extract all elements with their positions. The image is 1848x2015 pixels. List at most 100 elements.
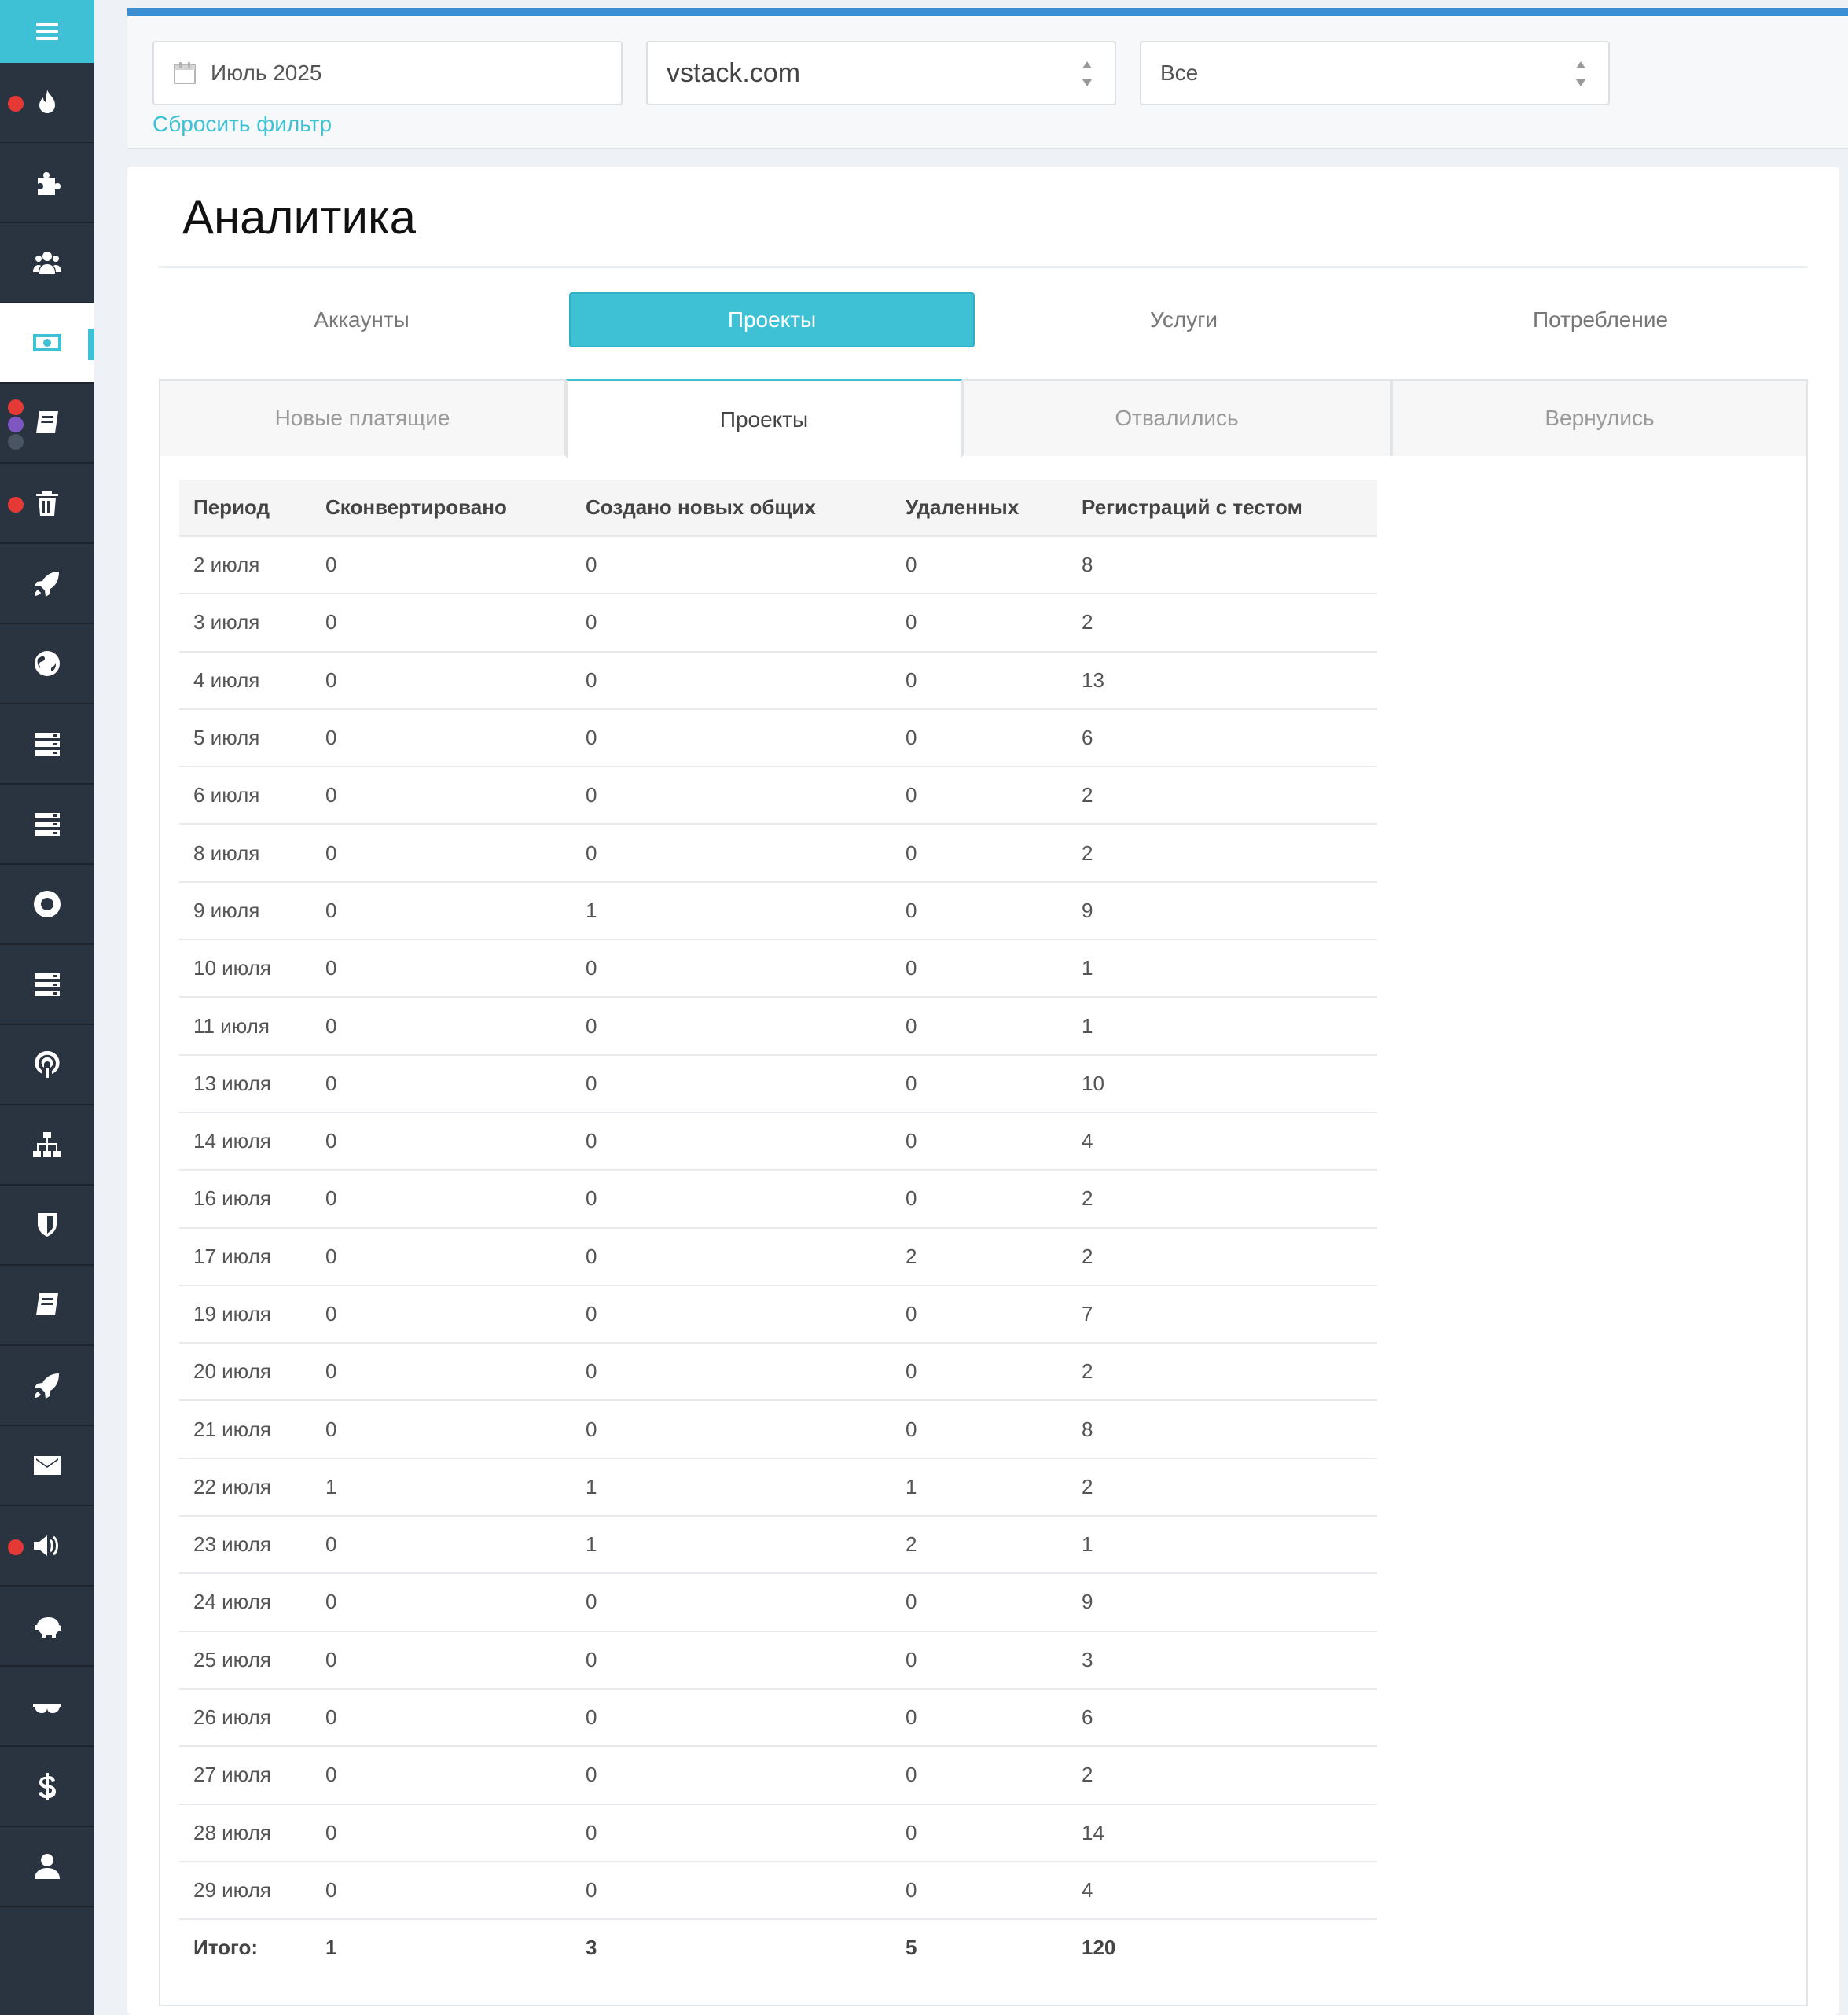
table-row: 6 июля 0 0 0 2 — [179, 766, 1377, 825]
sidebar-item-puzzle[interactable] — [0, 143, 94, 223]
cell-deleted: 0 — [891, 939, 1067, 998]
cell-created: 0 — [571, 939, 891, 998]
cell-converted: 0 — [311, 708, 571, 767]
notification-dot — [8, 497, 24, 513]
server-icon — [31, 808, 63, 840]
month-picker[interactable]: Июль 2025 — [152, 41, 623, 105]
sidebar-item-book[interactable] — [0, 384, 94, 464]
cell-registrations: 4 — [1067, 1860, 1377, 1920]
table-total-row: Итого: 1 3 5 120 — [179, 1918, 1377, 1976]
sidebar-item-money[interactable] — [0, 303, 94, 384]
cell-deleted: 0 — [891, 1803, 1067, 1862]
cell-converted: 0 — [311, 593, 571, 652]
sidebar-item-user[interactable] — [0, 1827, 94, 1907]
cell-period: 23 июля — [179, 1515, 311, 1574]
sidebar-item-podcast[interactable] — [0, 1025, 94, 1105]
cell-deleted: 0 — [891, 1284, 1067, 1344]
sidebar-item-server[interactable] — [0, 785, 94, 865]
cell-deleted: 2 — [891, 1226, 1067, 1285]
sidebar — [0, 0, 94, 2015]
subtab-churned[interactable]: Отвалились — [962, 379, 1391, 456]
subtab-projects[interactable]: Проекты — [566, 379, 962, 458]
cell-created: 0 — [571, 650, 891, 709]
table-row: 25 июля 0 0 0 3 — [179, 1630, 1377, 1689]
cell-period: 16 июля — [179, 1169, 311, 1228]
cell-registrations: 13 — [1067, 650, 1377, 709]
sidebar-item-piggy-bank[interactable] — [0, 1587, 94, 1667]
table-row: 29 июля 0 0 0 4 — [179, 1860, 1377, 1920]
sidebar-item-server[interactable] — [0, 945, 94, 1025]
fire-icon — [31, 86, 63, 118]
cell-registrations: 9 — [1067, 1572, 1377, 1631]
tab-consumption[interactable]: Потребление — [1398, 292, 1803, 347]
cell-period: 25 июля — [179, 1630, 311, 1689]
column-header-deleted: Удаленных — [891, 480, 1067, 536]
sidebar-item-users[interactable] — [0, 223, 94, 303]
sidebar-item-dollar[interactable] — [0, 1747, 94, 1827]
tab-services[interactable]: Услуги — [981, 292, 1387, 347]
piggy-bank-icon — [31, 1610, 63, 1642]
sidebar-item-lifebuoy[interactable] — [0, 865, 94, 945]
sidebar-item-book[interactable] — [0, 1266, 94, 1346]
sidebar-item-shield[interactable] — [0, 1186, 94, 1266]
tab-projects[interactable]: Проекты — [569, 292, 975, 347]
cell-converted: 0 — [311, 1342, 571, 1401]
sidebar-item-fire[interactable] — [0, 63, 94, 143]
cell-created: 0 — [571, 535, 891, 594]
cell-registrations: 8 — [1067, 535, 1377, 594]
sidebar-item-rocket[interactable] — [0, 1346, 94, 1426]
cell-period: 10 июля — [179, 939, 311, 998]
cell-created: 0 — [571, 1226, 891, 1285]
cell-converted: 0 — [311, 1169, 571, 1228]
cell-created: 0 — [571, 823, 891, 882]
sidebar-item-envelope[interactable] — [0, 1426, 94, 1506]
analytics-table: Период Сконвертировано Создано новых общ… — [179, 480, 1377, 1976]
cell-converted: 0 — [311, 535, 571, 594]
server-icon — [31, 969, 63, 1000]
notification-dot — [8, 434, 24, 450]
cell-period: 20 июля — [179, 1342, 311, 1401]
cell-period: 17 июля — [179, 1226, 311, 1285]
table-row: 16 июля 0 0 0 2 — [179, 1169, 1377, 1228]
domain-select[interactable]: vstack.com — [646, 41, 1116, 105]
cell-deleted: 0 — [891, 996, 1067, 1055]
subtab-new-paying[interactable]: Новые платящие — [159, 379, 566, 456]
scope-select[interactable]: Все — [1140, 41, 1610, 105]
table-row: 19 июля 0 0 0 7 — [179, 1284, 1377, 1344]
page-title: Аналитика — [182, 191, 416, 244]
filter-bar: Июль 2025 vstack.com Все Сбросить фильтр — [127, 8, 1848, 149]
cell-converted: 0 — [311, 650, 571, 709]
cell-period: 2 июля — [179, 535, 311, 594]
notification-dot — [8, 1539, 24, 1555]
sidebar-item-server[interactable] — [0, 704, 94, 785]
reset-filter-link[interactable]: Сбросить фильтр — [152, 112, 332, 137]
notification-dot — [8, 417, 24, 432]
cell-registrations: 2 — [1067, 1745, 1377, 1804]
sidebar-item-globe[interactable] — [0, 624, 94, 704]
money-icon — [31, 327, 63, 359]
menu-toggle-button[interactable] — [0, 0, 94, 63]
cell-deleted: 0 — [891, 1111, 1067, 1171]
cell-converted: 0 — [311, 1515, 571, 1574]
subtab-returned[interactable]: Вернулись — [1391, 379, 1808, 456]
sidebar-item-rocket[interactable] — [0, 544, 94, 624]
cell-deleted: 0 — [891, 593, 1067, 652]
cell-created: 1 — [571, 1515, 891, 1574]
cell-period: 4 июля — [179, 650, 311, 709]
cell-created: 0 — [571, 1053, 891, 1112]
cell-converted: 0 — [311, 1226, 571, 1285]
sidebar-item-trash[interactable] — [0, 464, 94, 544]
cell-period: 28 июля — [179, 1803, 311, 1862]
cell-registrations: 6 — [1067, 1687, 1377, 1747]
sidebar-item-megaphone[interactable] — [0, 1506, 94, 1587]
globe-icon — [31, 648, 63, 679]
sidebar-item-sitemap[interactable] — [0, 1105, 94, 1186]
tab-accounts[interactable]: Аккаунты — [159, 292, 564, 347]
sidebar-item-glasses[interactable] — [0, 1667, 94, 1747]
cell-registrations: 6 — [1067, 708, 1377, 767]
cell-created: 0 — [571, 1745, 891, 1804]
cell-registrations: 10 — [1067, 1053, 1377, 1112]
calendar-icon — [174, 62, 196, 84]
cell-registrations: 1 — [1067, 939, 1377, 998]
cell-deleted: 0 — [891, 1572, 1067, 1631]
